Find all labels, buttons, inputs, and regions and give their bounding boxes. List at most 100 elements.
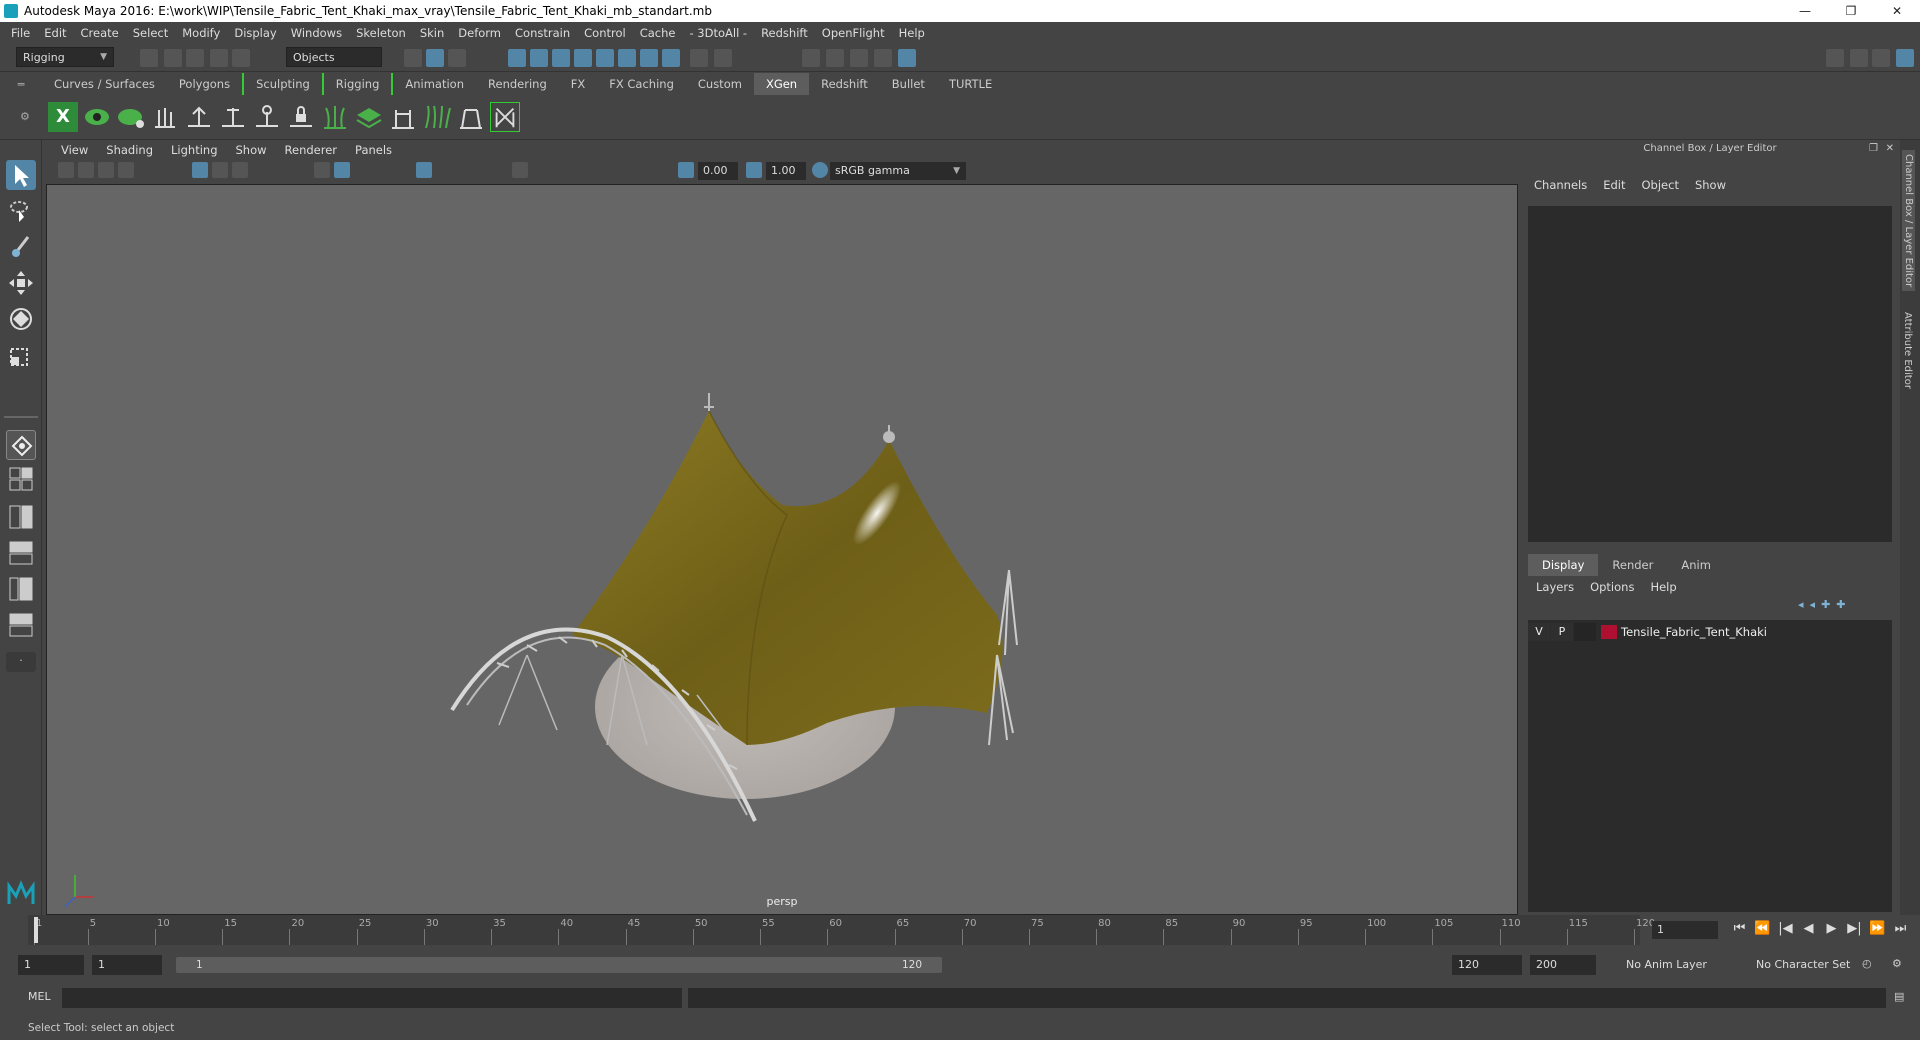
select-by-object-icon[interactable] <box>426 49 444 67</box>
layout-side-by-side[interactable] <box>6 504 36 530</box>
tab-anim-layers[interactable]: Anim <box>1667 554 1725 576</box>
gamma-icon[interactable] <box>746 162 762 178</box>
layout-more-button[interactable]: · <box>6 652 36 672</box>
menu-openflight[interactable]: OpenFlight <box>815 26 892 40</box>
select-by-hierarchy-icon[interactable] <box>404 49 422 67</box>
xgen-guide-length-icon[interactable] <box>252 102 282 132</box>
close-panel-icon[interactable]: ✕ <box>1886 140 1894 158</box>
tab-xgen[interactable]: XGen <box>753 73 810 95</box>
current-frame-field[interactable]: 1 <box>1652 921 1718 939</box>
menu-cache[interactable]: Cache <box>633 26 683 40</box>
open-scene-icon[interactable] <box>164 49 182 67</box>
play-backwards-button[interactable]: ◀ <box>1797 921 1820 936</box>
render-view-icon[interactable] <box>898 49 916 67</box>
rotate-tool[interactable] <box>6 304 36 334</box>
new-layer-selected-icon[interactable]: ✚ <box>1836 598 1845 611</box>
paint-select-tool[interactable] <box>6 232 36 262</box>
redo-icon[interactable] <box>232 49 250 67</box>
new-layer-icon[interactable]: ✚ <box>1821 598 1830 611</box>
menu-skin[interactable]: Skin <box>413 26 451 40</box>
tab-sculpting[interactable]: Sculpting <box>242 73 324 95</box>
anim-layer-dropdown[interactable]: No Anim Layer <box>1626 955 1707 975</box>
channel-menu-object[interactable]: Object <box>1634 178 1687 192</box>
menu-select[interactable]: Select <box>126 26 175 40</box>
resolution-gate-icon[interactable] <box>232 162 248 178</box>
xgen-interactive-groom-icon[interactable] <box>490 102 520 132</box>
xgen-bake-guides-icon[interactable] <box>388 102 418 132</box>
smooth-shade-icon[interactable] <box>334 162 350 178</box>
viewport-menu-show[interactable]: Show <box>227 143 276 157</box>
minimize-button[interactable]: — <box>1782 0 1828 22</box>
menu-control[interactable]: Control <box>577 26 633 40</box>
layer-menu-layers[interactable]: Layers <box>1528 580 1582 594</box>
tab-fx-caching[interactable]: FX Caching <box>597 73 686 95</box>
symmetry-icon[interactable] <box>662 49 680 67</box>
step-forward-frame-button[interactable]: ▶| <box>1843 921 1866 936</box>
menu-create[interactable]: Create <box>74 26 126 40</box>
snap-bisector-icon[interactable] <box>640 49 658 67</box>
channel-menu-show[interactable]: Show <box>1687 178 1734 192</box>
render-frame-icon[interactable] <box>802 49 820 67</box>
camera-attributes-icon[interactable] <box>78 162 94 178</box>
modeling-toolkit-icon[interactable] <box>1826 49 1844 67</box>
play-forwards-button[interactable]: ▶ <box>1820 921 1843 936</box>
snap-curve-icon[interactable] <box>530 49 548 67</box>
menu-constrain[interactable]: Constrain <box>508 26 577 40</box>
tab-polygons[interactable]: Polygons <box>167 73 242 95</box>
side-tab-channel-box[interactable]: Channel Box / Layer Editor <box>1902 150 1915 292</box>
tab-animation[interactable]: Animation <box>393 73 476 95</box>
viewport-menu-renderer[interactable]: Renderer <box>276 143 347 157</box>
layer-menu-options[interactable]: Options <box>1582 580 1642 594</box>
script-editor-icon[interactable]: ▤ <box>1894 990 1904 1003</box>
layer-visibility-toggle[interactable]: V <box>1528 623 1550 641</box>
select-tool[interactable] <box>6 160 36 190</box>
layer-name[interactable]: Tensile_Fabric_Tent_Khaki <box>1621 625 1767 639</box>
xgen-guide-normal-icon[interactable] <box>218 102 248 132</box>
menu-edit[interactable]: Edit <box>37 26 73 40</box>
menu-modify[interactable]: Modify <box>175 26 227 40</box>
layout-graph-editor[interactable] <box>6 576 36 602</box>
viewport-menu-view[interactable]: View <box>52 143 97 157</box>
image-plane-icon[interactable] <box>118 162 134 178</box>
channel-box-area[interactable] <box>1528 206 1892 542</box>
move-layer-up-icon[interactable]: ◂ <box>1798 598 1804 611</box>
menuset-dropdown[interactable]: Rigging ▼ <box>16 47 114 67</box>
snap-grid-icon[interactable] <box>508 49 526 67</box>
new-scene-icon[interactable] <box>140 49 158 67</box>
save-scene-icon[interactable] <box>186 49 204 67</box>
side-tab-attribute-editor[interactable]: Attribute Editor <box>1902 312 1913 389</box>
animation-end-field[interactable]: 200 <box>1530 955 1596 975</box>
range-bar[interactable]: 1 120 <box>176 957 942 973</box>
menu-file[interactable]: File <box>4 26 37 40</box>
tab-curves-surfaces[interactable]: Curves / Surfaces <box>42 73 167 95</box>
shelf-settings-icon[interactable]: ⚙ <box>20 110 30 123</box>
tab-turtle[interactable]: TURTLE <box>937 73 1004 95</box>
character-set-dropdown[interactable]: No Character Set <box>1756 955 1850 975</box>
animation-preferences-icon[interactable]: ⚙ <box>1892 957 1902 970</box>
hypershade-icon[interactable] <box>874 49 892 67</box>
menu-3dtoall[interactable]: - 3DtoAll - <box>682 26 754 40</box>
history-icon[interactable] <box>714 49 732 67</box>
snap-projected-icon[interactable] <box>618 49 636 67</box>
exposure-icon[interactable] <box>678 162 694 178</box>
playback-end-field[interactable]: 120 <box>1452 955 1522 975</box>
grid-icon[interactable] <box>192 162 208 178</box>
go-to-start-button[interactable]: ⏮ <box>1728 921 1751 936</box>
animation-start-field[interactable]: 1 <box>18 955 84 975</box>
float-panel-icon[interactable]: ❐ <box>1869 140 1878 158</box>
textured-icon[interactable] <box>416 162 432 178</box>
tab-fx[interactable]: FX <box>559 73 598 95</box>
scale-tool[interactable] <box>6 340 36 370</box>
xgen-curves-icon[interactable] <box>422 102 452 132</box>
viewport-menu-shading[interactable]: Shading <box>97 143 162 157</box>
tab-bullet[interactable]: Bullet <box>880 73 937 95</box>
film-gate-icon[interactable] <box>212 162 228 178</box>
tab-rendering[interactable]: Rendering <box>476 73 559 95</box>
xgen-lock-guide-icon[interactable] <box>286 102 316 132</box>
show-manipulator-tool[interactable] <box>6 430 36 460</box>
layout-hypershade[interactable] <box>6 612 36 638</box>
menu-display[interactable]: Display <box>227 26 283 40</box>
xgen-create-description-icon[interactable] <box>116 102 146 132</box>
menu-redshift[interactable]: Redshift <box>754 26 815 40</box>
tool-settings-toggle-icon[interactable] <box>1872 49 1890 67</box>
